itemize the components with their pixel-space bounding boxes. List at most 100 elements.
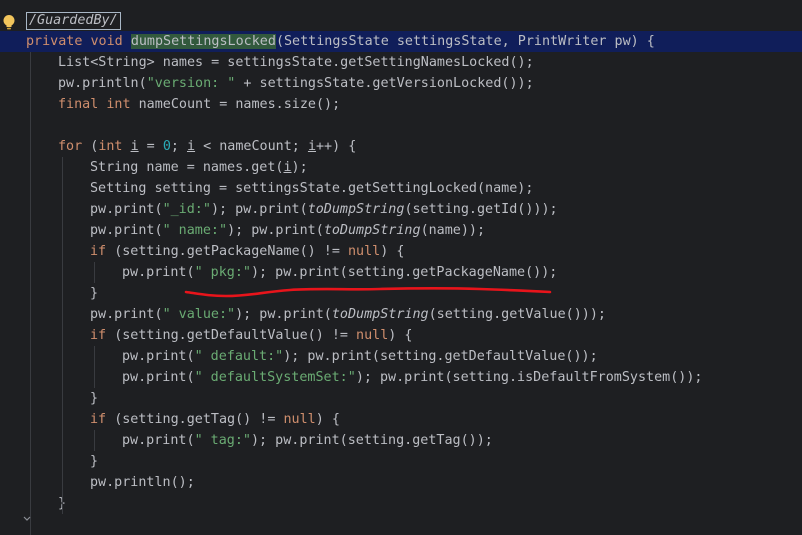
- indent-guide: [94, 430, 95, 451]
- code-token: );: [291, 160, 308, 175]
- code-token: + settingsState.getVersionLocked());: [235, 76, 534, 91]
- code-line[interactable]: List<String> names = settingsState.getSe…: [0, 52, 802, 73]
- code-line[interactable]: }: [0, 283, 802, 304]
- code-line[interactable]: private void dumpSettingsLocked(Settings…: [0, 31, 802, 52]
- code-token: " defaultSystemSet:": [194, 370, 356, 385]
- code-token: " value:": [162, 307, 236, 322]
- code-token: ); pw.print(: [235, 307, 332, 322]
- code-token: final int: [58, 97, 139, 112]
- code-token: (setting.getDefaultValue() !=: [114, 328, 357, 343]
- code-token: " pkg:": [194, 265, 251, 280]
- code-token: int: [98, 139, 131, 154]
- code-text: pw.print(" name:"); pw.print(toDumpStrin…: [90, 220, 485, 241]
- code-token: String name = names.get(: [90, 160, 284, 175]
- code-line[interactable]: for (int i = 0; i < nameCount; i++) {: [0, 136, 802, 157]
- code-token: null: [283, 412, 316, 427]
- code-text: pw.println("version: " + settingsState.g…: [58, 73, 534, 94]
- code-token: " name:": [162, 223, 228, 238]
- code-line[interactable]: String name = names.get(i);: [0, 157, 802, 178]
- code-token: ) {: [380, 244, 405, 259]
- code-token: " tag:": [194, 433, 251, 448]
- code-token: "version: ": [146, 76, 236, 91]
- code-text: for (int i = 0; i < nameCount; i++) {: [58, 136, 356, 157]
- code-line[interactable]: final int nameCount = names.size();: [0, 94, 802, 115]
- code-line[interactable]: pw.print("_id:"); pw.print(toDumpString(…: [0, 199, 802, 220]
- code-line[interactable]: /GuardedBy/: [0, 10, 802, 31]
- indent-guide: [94, 262, 95, 283]
- code-line[interactable]: }: [0, 493, 802, 514]
- code-text: if (setting.getTag() != null) {: [90, 409, 340, 430]
- code-token: (SettingsState settingsState, PrintWrite…: [275, 34, 655, 49]
- code-token: < nameCount;: [195, 139, 308, 154]
- code-token: "_id:": [162, 202, 211, 217]
- code-token: =: [138, 139, 163, 154]
- code-token: pw.print(: [90, 202, 163, 217]
- code-line[interactable]: }: [0, 451, 802, 472]
- code-text: pw.print(" value:"); pw.print(toDumpStri…: [90, 304, 606, 325]
- code-text: /GuardedBy/: [26, 10, 121, 31]
- code-line[interactable]: pw.print(" value:"); pw.print(toDumpStri…: [0, 304, 802, 325]
- code-token: 0: [162, 139, 171, 154]
- code-token: }: [90, 454, 99, 469]
- indent-guide: [94, 346, 95, 388]
- code-line[interactable]: Setting setting = settingsState.getSetti…: [0, 178, 802, 199]
- code-token: }: [90, 391, 99, 406]
- code-text: pw.print("_id:"); pw.print(toDumpString(…: [90, 199, 558, 220]
- code-token: toDumpString: [331, 307, 429, 322]
- code-line[interactable]: if (setting.getDefaultValue() != null) {: [0, 325, 802, 346]
- code-line[interactable]: pw.print(" pkg:"); pw.print(setting.getP…: [0, 262, 802, 283]
- code-token: ) {: [388, 328, 413, 343]
- indent-guide: [30, 52, 31, 535]
- code-token: pw.print(: [122, 349, 195, 364]
- code-token: (setting.getTag() !=: [114, 412, 284, 427]
- code-token: if: [90, 328, 115, 343]
- code-token: ); pw.print(: [210, 202, 308, 217]
- code-text: String name = names.get(i);: [90, 157, 308, 178]
- code-text: pw.println();: [90, 472, 195, 493]
- code-line[interactable]: [0, 115, 802, 136]
- code-text: pw.print(" defaultSystemSet:"); pw.print…: [122, 367, 702, 388]
- code-text: pw.print(" tag:"); pw.print(setting.getT…: [122, 430, 493, 451]
- code-token: ); pw.print(: [227, 223, 324, 238]
- fold-marker-icon[interactable]: [23, 516, 31, 524]
- code-line[interactable]: pw.println();: [0, 472, 802, 493]
- code-token: dumpSettingsLocked: [130, 34, 276, 49]
- code-token: ); pw.print(setting.getTag());: [251, 433, 493, 448]
- code-text: }: [90, 388, 98, 409]
- code-token: (setting.getPackageName() !=: [114, 244, 348, 259]
- code-text: pw.print(" default:"); pw.print(setting.…: [122, 346, 598, 367]
- code-text: }: [90, 451, 98, 472]
- code-line[interactable]: pw.println("version: " + settingsState.g…: [0, 73, 802, 94]
- code-token: Setting setting = settingsState.getSetti…: [90, 181, 534, 196]
- code-text: Setting setting = settingsState.getSetti…: [90, 178, 533, 199]
- code-token: if: [90, 412, 115, 427]
- code-token: if: [90, 244, 115, 259]
- code-line[interactable]: }: [0, 388, 802, 409]
- code-token: ); pw.print(setting.getPackageName());: [251, 265, 558, 280]
- code-token: toDumpString: [307, 202, 405, 217]
- code-token: pw.println();: [90, 475, 195, 490]
- code-text: List<String> names = settingsState.getSe…: [58, 52, 534, 73]
- code-token: null: [347, 244, 381, 259]
- code-line[interactable]: if (setting.getTag() != null) {: [0, 409, 802, 430]
- code-token: toDumpString: [323, 223, 421, 238]
- code-line[interactable]: pw.print(" tag:"); pw.print(setting.getT…: [0, 430, 802, 451]
- code-editor[interactable]: /GuardedBy/private void dumpSettingsLock…: [0, 0, 802, 535]
- code-token: pw.print(: [122, 265, 195, 280]
- code-token: ); pw.print(setting.getDefaultValue());: [283, 349, 598, 364]
- code-text: pw.print(" pkg:"); pw.print(setting.getP…: [122, 262, 557, 283]
- code-token: ++) {: [316, 139, 357, 154]
- code-token: i: [307, 139, 316, 154]
- code-line[interactable]: if (setting.getPackageName() != null) {: [0, 241, 802, 262]
- code-line[interactable]: pw.print(" defaultSystemSet:"); pw.print…: [0, 367, 802, 388]
- code-token: null: [356, 328, 389, 343]
- code-line[interactable]: pw.print(" default:"); pw.print(setting.…: [0, 346, 802, 367]
- indent-guide: [62, 157, 63, 514]
- code-line[interactable]: pw.print(" name:"); pw.print(toDumpStrin…: [0, 220, 802, 241]
- code-token: ) {: [315, 412, 340, 427]
- code-token: (setting.getId()));: [404, 202, 558, 217]
- code-text: }: [90, 283, 98, 304]
- code-token: (setting.getValue()));: [428, 307, 606, 322]
- code-token: pw.println(: [58, 76, 147, 91]
- code-text: if (setting.getDefaultValue() != null) {: [90, 325, 412, 346]
